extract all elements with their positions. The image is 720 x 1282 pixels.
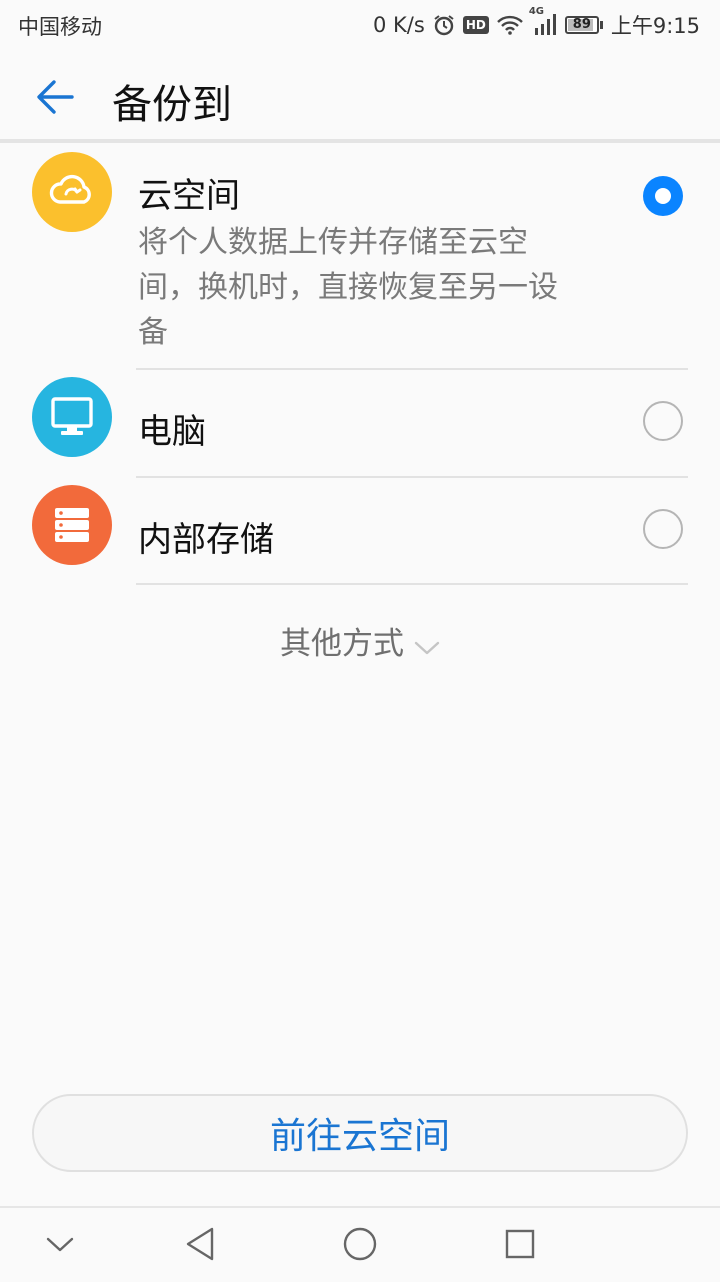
back-nav-button[interactable]	[178, 1222, 222, 1266]
circle-home-icon	[343, 1227, 377, 1261]
description-line: 将个人数据上传并存储至云空	[138, 225, 528, 260]
radio-computer[interactable]	[643, 401, 683, 441]
battery-icon: 89	[564, 16, 603, 34]
other-methods-toggle[interactable]: 其他方式	[0, 618, 720, 664]
storage-icon	[32, 485, 112, 565]
hide-nav-button[interactable]	[38, 1222, 82, 1266]
back-arrow-icon	[37, 80, 74, 114]
option-label: 内部存储	[138, 520, 274, 560]
option-label: 电脑	[138, 412, 206, 452]
cloud-icon	[32, 152, 112, 232]
clock: 上午9:15	[610, 14, 700, 38]
home-nav-button[interactable]	[338, 1222, 382, 1266]
navigation-bar	[0, 1206, 720, 1282]
list-divider	[136, 583, 688, 585]
option-computer[interactable]: 电脑	[0, 370, 720, 476]
chevron-down-icon	[414, 628, 440, 664]
recents-nav-button[interactable]	[498, 1222, 542, 1266]
option-internal-storage[interactable]: 内部存储	[0, 478, 720, 584]
carrier-name: 中国移动	[18, 15, 102, 39]
radio-internal-storage[interactable]	[643, 509, 683, 549]
hd-badge: HD	[462, 16, 489, 34]
other-methods-label: 其他方式	[280, 626, 404, 662]
battery-level: 89	[572, 17, 591, 32]
network-speed: 0 K/s	[372, 13, 425, 37]
option-description: 将个人数据上传并存储至云空 间，换机时，直接恢复至另一设 备	[138, 220, 628, 355]
description-line: 备	[138, 315, 168, 350]
option-label: 云空间	[138, 176, 240, 216]
status-bar: 中国移动 0 K/s HD 4G 89 上午9:15	[0, 0, 720, 50]
option-cloud[interactable]: 云空间 将个人数据上传并存储至云空 间，换机时，直接恢复至另一设 备	[0, 150, 720, 370]
go-to-cloud-button[interactable]: 前往云空间	[32, 1094, 688, 1172]
cellular-signal-icon: 4G	[529, 6, 557, 36]
network-type: 4G	[528, 6, 544, 17]
back-button[interactable]	[32, 74, 78, 120]
description-line: 间，换机时，直接恢复至另一设	[138, 270, 558, 305]
header-divider	[0, 139, 720, 143]
alarm-icon	[433, 14, 455, 36]
page-title: 备份到	[112, 82, 232, 128]
wifi-icon	[496, 15, 523, 35]
radio-cloud[interactable]	[643, 176, 683, 216]
square-recents-icon	[505, 1229, 535, 1259]
app-bar: 备份到	[0, 50, 720, 140]
status-icons: 0 K/s HD 4G 89 上午9:15	[372, 6, 700, 42]
chevron-down-icon	[46, 1237, 74, 1252]
monitor-icon	[32, 377, 112, 457]
triangle-back-icon	[186, 1227, 214, 1261]
